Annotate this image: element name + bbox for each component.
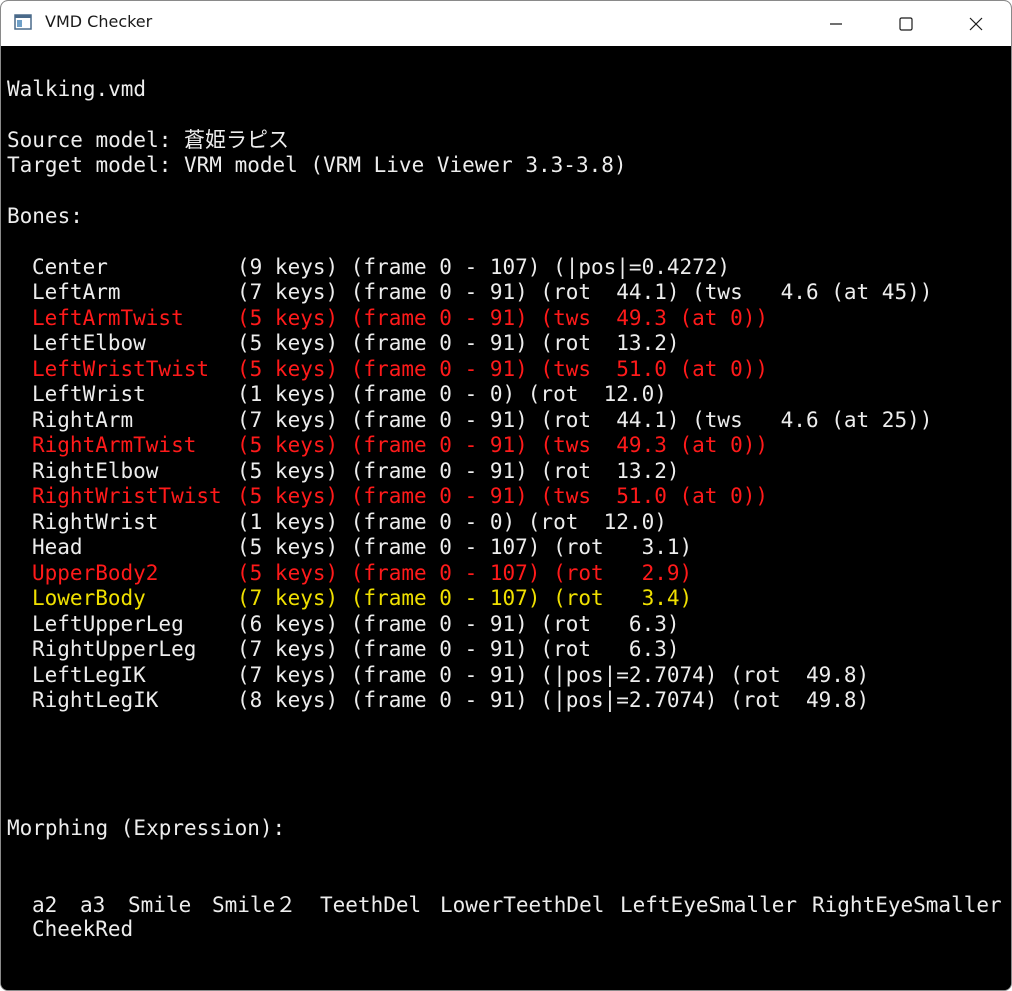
bone-name: RightLegIK xyxy=(32,688,159,712)
bone-row: LeftElbow (5 keys) (frame 0 - 91) (rot 13… xyxy=(32,330,680,356)
bone-name: RightArmTwist xyxy=(32,433,197,457)
bone-row: LeftUpperLeg (6 keys) (frame 0 - 91) (rot… xyxy=(32,611,680,637)
maximize-button[interactable] xyxy=(871,1,941,46)
bone-info: (7 keys) (frame 0 - 107) (rot 3.4) xyxy=(237,586,693,610)
bone-name: LeftWrist xyxy=(32,382,146,406)
bone-row: RightElbow (5 keys) (frame 0 - 91) (rot 1… xyxy=(32,458,680,484)
bone-row: Center (9 keys) (frame 0 - 107) (|pos|=0.… xyxy=(32,254,730,280)
bone-row: LeftWristTwist (5 keys) (frame 0 - 91) (t… xyxy=(32,356,768,382)
bone-name: LeftArmTwist xyxy=(32,306,184,330)
bone-row: LowerBody (7 keys) (frame 0 - 107) (rot 3… xyxy=(32,585,692,611)
bone-info: (7 keys) (frame 0 - 91) (rot 6.3) xyxy=(237,637,680,661)
bone-info: (5 keys) (frame 0 - 107) (rot 2.9) xyxy=(237,561,693,585)
bone-row: RightWrist (1 keys) (frame 0 - 0) (rot 12… xyxy=(32,509,667,535)
app-window: VMD Checker Walking.vmd Source model: 蒼姫… xyxy=(0,0,1012,991)
bone-name: LeftElbow xyxy=(32,331,146,355)
bone-row: RightUpperLeg (7 keys) (frame 0 - 91) (ro… xyxy=(32,636,680,662)
bone-info: (8 keys) (frame 0 - 91) (|pos|=2.7074) (… xyxy=(237,688,870,712)
morph-header: Morphing (Expression): xyxy=(7,816,286,840)
close-button[interactable] xyxy=(941,1,1011,46)
bone-name: LeftLegIK xyxy=(32,663,146,687)
bone-info: (7 keys) (frame 0 - 91) (rot 44.1) (tws … xyxy=(237,280,933,304)
title-bar[interactable]: VMD Checker xyxy=(1,1,1011,46)
morph-item: CheekRed xyxy=(32,917,134,941)
morph-item: Smile xyxy=(128,893,192,917)
bone-name: RightUpperLeg xyxy=(32,637,197,661)
bone-info: (9 keys) (frame 0 - 107) (|pos|=0.4272) xyxy=(237,255,731,279)
bone-name: LeftWristTwist xyxy=(32,357,210,381)
bone-name: RightElbow xyxy=(32,459,159,483)
bone-info: (5 keys) (frame 0 - 91) (rot 13.2) xyxy=(237,331,680,355)
bones-header: Bones: xyxy=(7,204,83,228)
minimize-icon xyxy=(830,22,842,25)
bone-info: (1 keys) (frame 0 - 0) (rot 12.0) xyxy=(237,382,667,406)
morph-item: LowerTeethDel xyxy=(440,893,605,917)
bone-row: LeftArm (7 keys) (frame 0 - 91) (rot 44.1… xyxy=(32,279,932,305)
bone-row: LeftWrist (1 keys) (frame 0 - 0) (rot 12.… xyxy=(32,381,667,407)
bone-name: UpperBody2 xyxy=(32,561,159,585)
bone-name: LowerBody xyxy=(32,586,146,610)
bone-info: (5 keys) (frame 0 - 107) (rot 3.1) xyxy=(237,535,693,559)
bone-row: LeftLegIK (7 keys) (frame 0 - 91) (|pos|=… xyxy=(32,662,869,688)
close-icon xyxy=(969,17,983,30)
bone-row: LeftArmTwist (5 keys) (frame 0 - 91) (tws… xyxy=(32,305,768,331)
morph-item: a3 xyxy=(80,893,106,917)
bone-info: (5 keys) (frame 0 - 91) (tws 49.3 (at 0)… xyxy=(237,306,769,330)
window-title: VMD Checker xyxy=(45,12,153,31)
bone-row: Head (5 keys) (frame 0 - 107) (rot 3.1) xyxy=(32,534,692,560)
bone-row: RightArmTwist (5 keys) (frame 0 - 91) (tw… xyxy=(32,432,768,458)
console-output[interactable]: Walking.vmd Source model: 蒼姫ラピス Target m… xyxy=(1,46,1011,990)
morph-item: RightEyeSmaller xyxy=(812,893,1002,917)
morph-item: LeftEyeSmaller xyxy=(620,893,798,917)
bone-info: (7 keys) (frame 0 - 91) (|pos|=2.7074) (… xyxy=(237,663,870,687)
bone-info: (7 keys) (frame 0 - 91) (rot 44.1) (tws … xyxy=(237,408,933,432)
morph-item: TeethDel xyxy=(320,893,422,917)
bone-name: RightWrist xyxy=(32,510,159,534)
bone-row: RightLegIK (8 keys) (frame 0 - 91) (|pos|… xyxy=(32,687,869,713)
bone-name: RightArm xyxy=(32,408,134,432)
bone-info: (5 keys) (frame 0 - 91) (tws 49.3 (at 0)… xyxy=(237,433,769,457)
minimize-button[interactable] xyxy=(801,1,871,46)
bone-name: LeftUpperLeg xyxy=(32,612,184,636)
bone-info: (5 keys) (frame 0 - 91) (tws 51.0 (at 0)… xyxy=(237,357,769,381)
bone-row: RightWristTwist (5 keys) (frame 0 - 91) (… xyxy=(32,483,768,509)
bone-info: (5 keys) (frame 0 - 91) (rot 13.2) xyxy=(237,459,680,483)
bone-name: Center xyxy=(32,255,108,279)
morph-item: Smile２ xyxy=(212,893,297,917)
file-name: Walking.vmd xyxy=(7,77,147,101)
morph-item: a2 xyxy=(32,893,58,917)
bone-name: LeftArm xyxy=(32,280,121,304)
bone-row: UpperBody2 (5 keys) (frame 0 - 107) (rot … xyxy=(32,560,692,586)
bone-info: (1 keys) (frame 0 - 0) (rot 12.0) xyxy=(237,510,667,534)
bone-info: (5 keys) (frame 0 - 91) (tws 51.0 (at 0)… xyxy=(237,484,769,508)
target-model-line: Target model: VRM model (VRM Live Viewer… xyxy=(7,153,627,177)
maximize-icon xyxy=(899,16,913,31)
bone-info: (6 keys) (frame 0 - 91) (rot 6.3) xyxy=(237,612,680,636)
source-model-line: Source model: 蒼姫ラピス xyxy=(7,128,290,152)
bone-name: RightWristTwist xyxy=(32,484,222,508)
bone-row: RightArm (7 keys) (frame 0 - 91) (rot 44.… xyxy=(32,407,932,433)
bone-name: Head xyxy=(32,535,83,559)
app-icon xyxy=(14,14,32,30)
